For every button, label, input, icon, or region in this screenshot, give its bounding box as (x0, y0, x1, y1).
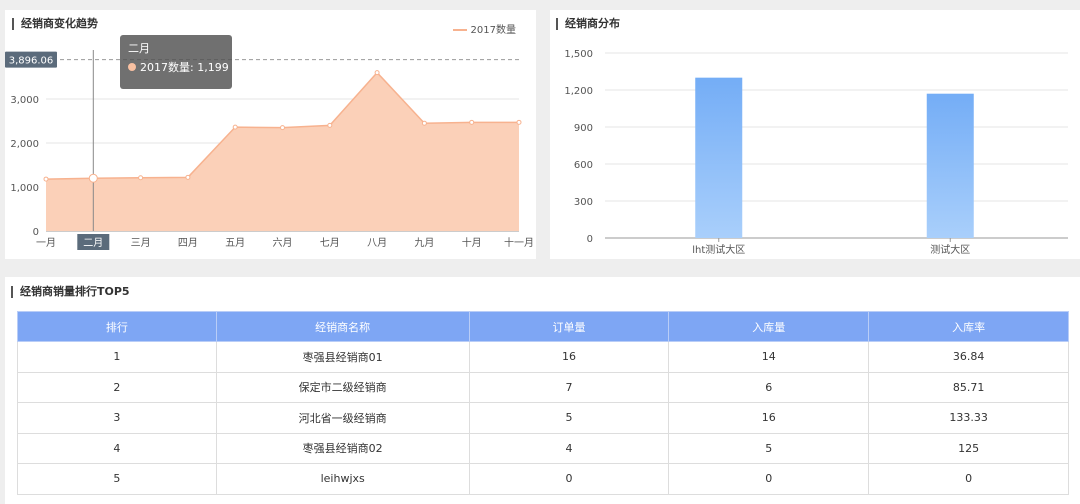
tooltip-series: 2017数量 (140, 61, 190, 74)
tooltip-dot (128, 63, 136, 71)
ranking-table: 排行 经销商名称 订单量 入库量 入库率 1 枣强县经销商01 16 14 36… (17, 311, 1069, 495)
data-point (43, 176, 49, 182)
table-row[interactable]: 2 保定市二级经销商 7 6 85.71 (17, 371, 1069, 403)
tooltip-row: 2017数量: 1,199 (128, 58, 229, 78)
ranking-panel-title: 经销商销量排行TOP5 (11, 286, 130, 298)
crosshair-value-label: 3,896.06 (9, 56, 54, 67)
data-point (185, 174, 191, 180)
table-cell: 133.33 (868, 402, 1069, 434)
table-row[interactable]: 1 枣强县经销商01 16 14 36.84 (17, 341, 1069, 373)
data-point (469, 119, 475, 125)
table-cell: 36.84 (868, 341, 1069, 373)
trend-panel: 经销商变化趋势 2017数量 0 1,000 2,000 3,000 3,896.06 一… (5, 10, 536, 259)
y-tick-label: 3,000 (10, 95, 39, 106)
table-cell: 保定市二级经销商 (215, 371, 470, 403)
ranking-panel: 经销商销量排行TOP5 排行 经销商名称 订单量 入库量 入库率 1 枣强县经销… (5, 277, 1080, 504)
x-tick-label: 十月 (462, 236, 482, 249)
table-cell: 16 (668, 402, 870, 434)
table-cell: 1 (17, 341, 217, 373)
y-tick-label: 2,000 (10, 139, 39, 150)
table-cell: 85.71 (868, 371, 1069, 403)
x-tick-label: 测试大区 (930, 243, 970, 256)
chart-tooltip: 二月 2017数量: 1,199 (120, 35, 232, 89)
table-cell: 2 (17, 371, 217, 403)
data-point (280, 125, 285, 131)
table-header-row: 排行 经销商名称 订单量 入库量 入库率 (17, 311, 1069, 342)
column-header[interactable]: 经销商名称 (215, 311, 470, 342)
y-tick-label: 0 (33, 227, 39, 238)
y-tick-label: 300 (574, 197, 593, 208)
x-tick-label: 三月 (131, 237, 151, 249)
area-series-fill (46, 72, 519, 231)
column-header[interactable]: 订单量 (468, 311, 670, 342)
data-point (88, 173, 98, 183)
column-header[interactable]: 入库量 (668, 311, 870, 342)
table-row[interactable]: 3 河北省一级经销商 5 16 133.33 (17, 402, 1069, 434)
data-point (232, 124, 238, 130)
x-tick-label: 六月 (273, 237, 293, 249)
y-tick-label: 0 (587, 234, 593, 245)
data-point (138, 175, 144, 181)
x-tick-label: 七月 (320, 237, 340, 249)
table-cell: 4 (17, 432, 217, 464)
y-tick-label: 1,200 (564, 86, 593, 97)
table-cell: 4 (468, 432, 670, 464)
data-point (374, 70, 380, 76)
data-point (516, 119, 522, 125)
data-point (421, 120, 427, 126)
table-cell: 5 (17, 463, 217, 495)
table-cell: 0 (668, 463, 870, 495)
table-cell: 0 (868, 463, 1069, 495)
distribution-bar-chart[interactable]: 0 300 600 900 1,200 1,500 lht测试大区 测试大区 (550, 10, 1080, 259)
table-cell: 枣强县经销商02 (215, 432, 470, 464)
table-cell: 河北省一级经销商 (215, 402, 470, 434)
trend-area-chart[interactable]: 01,0002,0003,0003,896.06一月 二月 三月 四月 五月 六月 七月 八月… (5, 10, 536, 259)
table-cell: 125 (868, 432, 1069, 464)
table-cell: 14 (668, 341, 870, 373)
table-cell: 5 (668, 432, 870, 464)
table-cell: 7 (468, 371, 670, 403)
x-tick-label: 五月 (225, 237, 245, 249)
x-tick-label: 十一月 (504, 236, 534, 249)
table-cell: leihwjxs (215, 463, 470, 495)
y-tick-label: 1,500 (564, 49, 593, 60)
y-tick-label: 1,000 (10, 183, 39, 194)
table-cell: 16 (468, 341, 670, 373)
tooltip-month: 二月 (128, 42, 150, 55)
bar (695, 77, 743, 239)
table-cell: 6 (668, 371, 870, 403)
table-cell: 5 (468, 402, 670, 434)
data-point (327, 122, 333, 128)
x-tick-label: 一月 (36, 237, 56, 249)
table-row[interactable]: 4 枣强县经销商02 4 5 125 (17, 432, 1069, 464)
table-cell: 3 (17, 402, 217, 434)
table-row[interactable]: 5 leihwjxs 0 0 0 (17, 463, 1069, 495)
distribution-panel: 经销商分布 0 300 600 900 1,200 1,500 lht测试大区 测试大区 (550, 10, 1080, 259)
x-tick-label: 八月 (367, 237, 387, 249)
x-tick-label: lht测试大区 (692, 243, 745, 256)
column-header[interactable]: 入库率 (868, 311, 1069, 342)
x-tick-label: 四月 (178, 237, 198, 249)
column-header[interactable]: 排行 (17, 311, 217, 342)
y-tick-label: 600 (574, 160, 593, 171)
x-tick-label: 二月 (83, 237, 103, 249)
bar (926, 93, 974, 238)
table-cell: 0 (468, 463, 670, 495)
x-tick-label: 九月 (414, 237, 434, 249)
table-cell: 枣强县经销商01 (215, 341, 470, 373)
tooltip-value: 1,199 (197, 61, 229, 74)
y-tick-label: 900 (574, 123, 593, 134)
